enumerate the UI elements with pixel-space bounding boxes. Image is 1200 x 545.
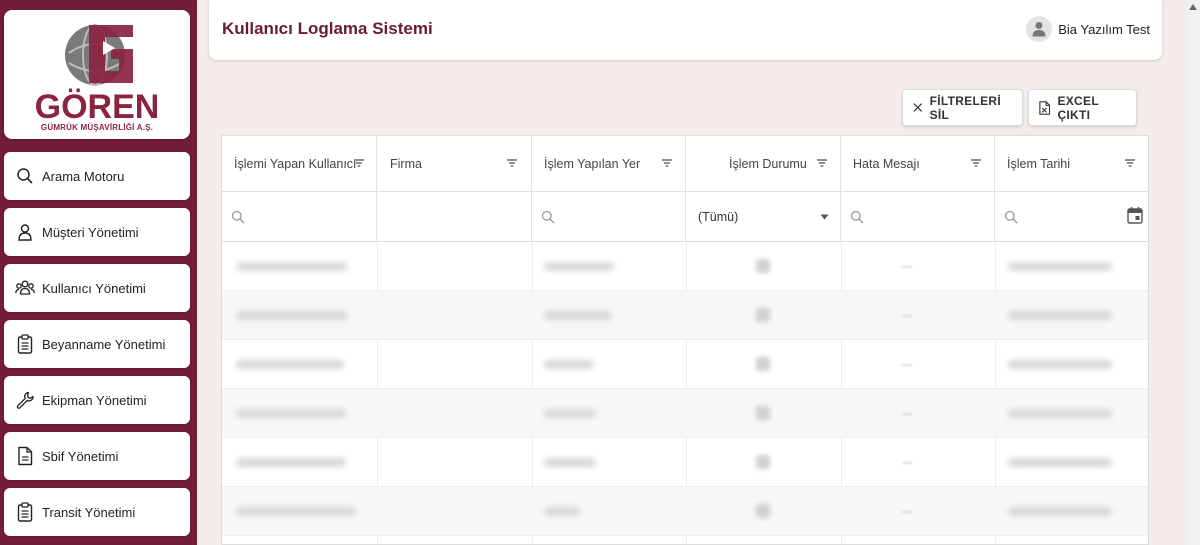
search-icon — [231, 210, 245, 224]
avatar — [1026, 16, 1053, 42]
sidebar-item-equipment[interactable]: Ekipman Yönetimi — [4, 376, 190, 424]
filter-icon[interactable] — [352, 156, 366, 170]
filter-icon[interactable] — [969, 156, 983, 170]
excel-export-label: EXCEL ÇIKTI — [1057, 93, 1099, 122]
table-row[interactable] — [222, 242, 1148, 291]
sidebar-item-label: Arama Motoru — [42, 168, 125, 184]
clipboard-icon — [15, 502, 35, 522]
error-filter-input[interactable] — [841, 192, 995, 242]
user-filter-input[interactable] — [222, 192, 377, 242]
sidebar-item-label: Transit Yönetimi — [42, 504, 136, 520]
excel-export-button[interactable]: EXCEL ÇIKTI — [1028, 89, 1137, 126]
filter-icon[interactable] — [660, 156, 674, 170]
page-scrollbar[interactable] — [1186, 0, 1200, 545]
company-filter-input[interactable] — [377, 192, 532, 242]
top-header: Kullanıcı Loglama Sistemi Bia Yazılım Te… — [209, 0, 1162, 60]
location-filter-input[interactable] — [532, 192, 686, 242]
document-icon — [15, 446, 35, 466]
wrench-icon — [15, 390, 35, 410]
column-header-user[interactable]: İşlemi Yapan Kullanıcı — [222, 136, 377, 192]
table-row[interactable] — [222, 340, 1148, 389]
column-header-label: İşlemi Yapan Kullanıcı — [234, 157, 357, 171]
log-table: İşlemi Yapan Kullanıcı Firma İşlem Yapıl… — [221, 135, 1149, 545]
company-logo[interactable]: GÖREN GÜMRÜK MÜŞAVİRLİĞİ A.Ş. — [4, 10, 190, 139]
column-header-location[interactable]: İşlem Yapılan Yer — [532, 136, 686, 192]
close-icon — [913, 103, 923, 112]
search-icon — [850, 210, 864, 224]
table-row[interactable] — [222, 291, 1148, 340]
sidebar-item-transit[interactable]: Transit Yönetimi — [4, 488, 190, 536]
column-header-label: İşlem Durumu — [729, 157, 807, 171]
column-header-label: Firma — [390, 157, 422, 171]
users-icon — [15, 278, 35, 298]
column-header-label: İşlem Tarihi — [1007, 157, 1070, 171]
sidebar-item-label: Ekipman Yönetimi — [42, 392, 147, 408]
scroll-up-arrow-icon[interactable] — [1188, 3, 1198, 11]
column-header-date[interactable]: İşlem Tarihi — [995, 136, 1148, 192]
table-row[interactable] — [222, 487, 1148, 536]
date-filter-input[interactable] — [995, 192, 1148, 242]
status-filter-select[interactable]: (Tümü) — [686, 192, 840, 242]
status-filter-cell: (Tümü) — [686, 192, 841, 242]
filter-icon[interactable] — [815, 156, 829, 170]
search-icon — [541, 210, 555, 224]
filter-icon[interactable] — [505, 156, 519, 170]
sidebar-item-users[interactable]: Kullanıcı Yönetimi — [4, 264, 190, 312]
sidebar-item-customers[interactable]: Müşteri Yönetimi — [4, 208, 190, 256]
clipboard-icon — [15, 334, 35, 354]
user-name: Bia Yazılım Test — [1058, 21, 1150, 37]
search-icon — [15, 166, 35, 186]
sidebar: GÖREN GÜMRÜK MÜŞAVİRLİĞİ A.Ş. Arama Moto… — [0, 0, 197, 545]
sidebar-item-label: Beyanname Yönetimi — [42, 336, 166, 352]
excel-file-icon — [1039, 100, 1051, 115]
clear-filters-button[interactable]: FİLTRELERİ SİL — [902, 89, 1023, 126]
company-name: GÖREN — [34, 88, 160, 126]
column-header-status[interactable]: İşlem Durumu — [686, 136, 841, 192]
search-icon — [1004, 210, 1018, 224]
sidebar-item-label: Kullanıcı Yönetimi — [42, 280, 146, 296]
globe-logo-icon — [65, 24, 133, 86]
sidebar-item-label: Müşteri Yönetimi — [42, 224, 139, 240]
column-header-label: İşlem Yapılan Yer — [544, 157, 641, 171]
column-header-label: Hata Mesajı — [853, 157, 920, 171]
company-subtitle: GÜMRÜK MÜŞAVİRLİĞİ A.Ş. — [40, 123, 154, 132]
user-menu[interactable]: Bia Yazılım Test — [1026, 13, 1150, 45]
sidebar-item-search[interactable]: Arama Motoru — [4, 152, 190, 200]
table-row[interactable] — [222, 438, 1148, 487]
table-row[interactable] — [222, 389, 1148, 438]
calendar-icon[interactable] — [1127, 206, 1143, 224]
person-icon — [15, 222, 35, 242]
status-filter-value: (Tümü) — [698, 210, 739, 224]
page-title: Kullanıcı Loglama Sistemi — [222, 19, 433, 38]
sidebar-item-declarations[interactable]: Beyanname Yönetimi — [4, 320, 190, 368]
table-filter-row: (Tümü) — [222, 192, 1148, 242]
sidebar-item-label: Sbif Yönetimi — [42, 448, 119, 464]
caret-down-icon — [820, 214, 829, 220]
column-header-company[interactable]: Firma — [377, 136, 532, 192]
sidebar-item-sbif[interactable]: Sbif Yönetimi — [4, 432, 190, 480]
column-header-error[interactable]: Hata Mesajı — [841, 136, 995, 192]
table-header-row: İşlemi Yapan Kullanıcı Firma İşlem Yapıl… — [222, 136, 1148, 192]
filter-icon[interactable] — [1123, 156, 1137, 170]
clear-filters-label: FİLTRELERİ SİL — [929, 93, 1002, 122]
